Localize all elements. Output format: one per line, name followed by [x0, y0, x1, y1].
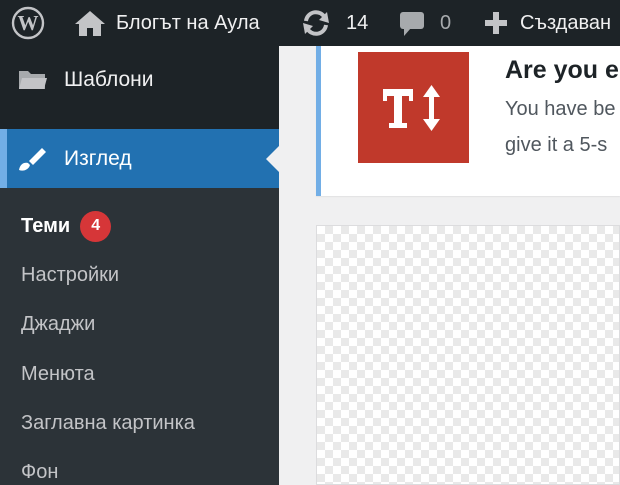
- notice-text-line-1: You have be: [505, 98, 616, 120]
- appearance-submenu: Теми 4 Настройки Джаджи Менюта Заглавна …: [0, 188, 279, 485]
- theme-screenshot-placeholder[interactable]: [316, 225, 620, 485]
- menu-item-appearance[interactable]: Изглед: [0, 129, 279, 189]
- folder-icon: [18, 68, 48, 92]
- submenu-themes-label: Теми: [21, 214, 71, 237]
- current-menu-arrow: [266, 146, 279, 172]
- home-icon: [74, 9, 106, 37]
- plus-icon: [484, 11, 508, 35]
- paintbrush-icon: [16, 144, 48, 174]
- submenu-item-background[interactable]: Фон: [21, 457, 58, 485]
- notice-title: Are you e: [505, 56, 619, 84]
- site-link[interactable]: Блогът на Аула: [74, 0, 260, 46]
- admin-sidebar: Шаблони Изглед Теми 4 Настройки Джаджи М…: [0, 46, 279, 485]
- notice-text-line-2: give it a 5-s: [505, 134, 608, 156]
- submenu-item-customize[interactable]: Настройки: [21, 260, 119, 290]
- updates-link[interactable]: 14: [300, 0, 368, 46]
- submenu-item-themes[interactable]: Теми 4: [21, 210, 112, 242]
- site-name: Блогът на Аула: [116, 11, 260, 34]
- svg-text:W: W: [18, 11, 39, 35]
- new-content-label: Създаван: [520, 11, 612, 34]
- submenu-item-header[interactable]: Заглавна картинка: [21, 408, 195, 438]
- menu-templates-label: Шаблони: [64, 68, 154, 91]
- menu-item-templates[interactable]: Шаблони: [0, 50, 279, 110]
- new-content-link[interactable]: Създаван: [484, 0, 611, 46]
- admin-bar: W Блогът на Аула 14 0 Създаван: [0, 0, 620, 46]
- updates-count: 14: [346, 11, 369, 34]
- comments-link[interactable]: 0: [398, 0, 451, 46]
- menu-appearance-label: Изглед: [64, 147, 132, 170]
- comments-count: 0: [440, 11, 452, 34]
- wordpress-icon[interactable]: W: [10, 0, 46, 46]
- comment-icon: [398, 9, 426, 37]
- refresh-icon: [300, 9, 332, 37]
- submenu-item-widgets[interactable]: Джаджи: [21, 309, 95, 339]
- text-resize-icon: [358, 52, 469, 163]
- themes-update-badge: 4: [80, 210, 112, 242]
- admin-notice: Are you e You have be give it a 5-s: [316, 46, 620, 196]
- submenu-item-menus[interactable]: Менюта: [21, 359, 95, 389]
